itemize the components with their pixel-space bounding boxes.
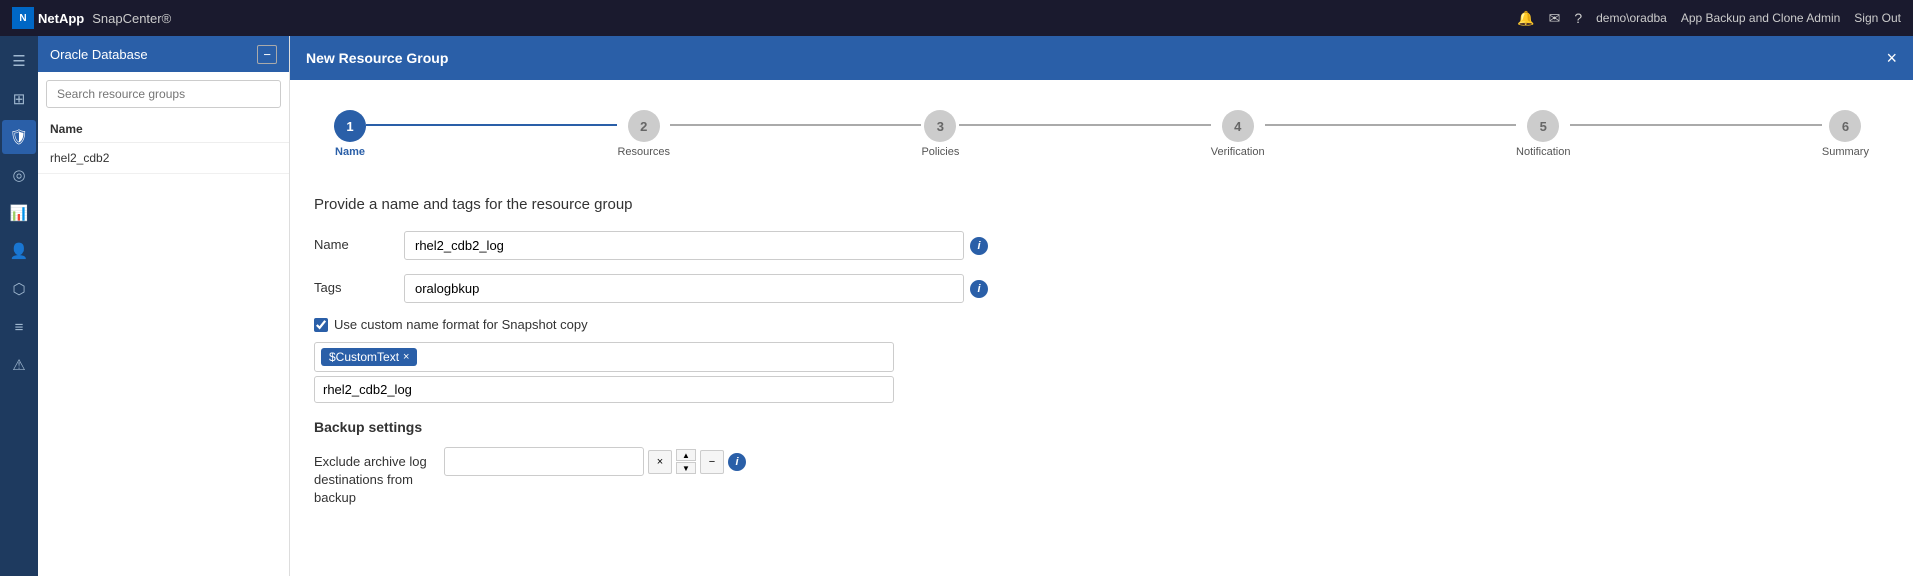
signout-link[interactable]: Sign Out bbox=[1854, 11, 1901, 25]
wizard-step-6[interactable]: 6 Summary bbox=[1822, 110, 1869, 158]
wizard-step-1[interactable]: 1 Name bbox=[334, 110, 366, 158]
custom-name-label[interactable]: Use custom name format for Snapshot copy bbox=[334, 317, 588, 332]
resource-list-header: Name bbox=[38, 116, 289, 143]
icon-rail: ☰ ⊞ 🛡 ◎ 📊 👤 ⬡ ≡ ⚠ bbox=[0, 36, 38, 576]
connector-3 bbox=[959, 124, 1210, 126]
custom-text-tag[interactable]: $CustomText × bbox=[321, 348, 417, 366]
tags-info-icon[interactable]: i bbox=[970, 280, 988, 298]
close-button[interactable]: × bbox=[1886, 48, 1897, 69]
help-icon[interactable]: ? bbox=[1574, 10, 1582, 26]
resource-panel-header: Oracle Database − bbox=[38, 36, 289, 72]
archive-label: Exclude archive log destinations from ba… bbox=[314, 447, 434, 508]
name-input-wrap: i bbox=[404, 231, 1889, 260]
tag-bar: $CustomText × bbox=[314, 342, 894, 372]
tags-input-wrap: i bbox=[404, 274, 1889, 303]
tag-close-icon[interactable]: × bbox=[403, 351, 409, 363]
step-circle-4: 4 bbox=[1222, 110, 1254, 142]
resource-panel-search bbox=[38, 72, 289, 116]
nav-right: 🔔 ✉ ? demo\oradba App Backup and Clone A… bbox=[1517, 10, 1901, 27]
custom-text-container: $CustomText × bbox=[314, 342, 894, 403]
wizard-step-4[interactable]: 4 Verification bbox=[1211, 110, 1265, 158]
step-circle-2: 2 bbox=[628, 110, 660, 142]
logo-text: NetApp bbox=[38, 11, 84, 26]
tags-label: Tags bbox=[314, 274, 394, 295]
main-header: New Resource Group × bbox=[290, 36, 1913, 80]
grid-icon[interactable]: ⊞ bbox=[2, 82, 36, 116]
main-layout: ☰ ⊞ 🛡 ◎ 📊 👤 ⬡ ≡ ⚠ Oracle Database − Name… bbox=[0, 36, 1913, 576]
archive-info-icon[interactable]: i bbox=[728, 453, 746, 471]
archive-minus-button[interactable]: − bbox=[700, 450, 724, 474]
top-navbar: N NetApp SnapCenter® 🔔 ✉ ? demo\oradba A… bbox=[0, 0, 1913, 36]
step-circle-1: 1 bbox=[334, 110, 366, 142]
logo-icon: N bbox=[12, 7, 34, 29]
page-title: New Resource Group bbox=[306, 50, 448, 66]
collapse-button[interactable]: − bbox=[257, 45, 277, 64]
menu-icon[interactable]: ☰ bbox=[2, 44, 36, 78]
wizard-step-5[interactable]: 5 Notification bbox=[1516, 110, 1570, 158]
stepper-buttons: ▲ ▼ bbox=[676, 449, 696, 474]
netapp-logo: N NetApp bbox=[12, 7, 84, 29]
step-label-6: Summary bbox=[1822, 146, 1869, 158]
wizard-step-2[interactable]: 2 Resources bbox=[617, 110, 670, 158]
stepper-up-button[interactable]: ▲ bbox=[676, 449, 696, 461]
notification-icon[interactable]: 🔔 bbox=[1517, 10, 1534, 27]
name-info-icon[interactable]: i bbox=[970, 237, 988, 255]
connector-5 bbox=[1570, 124, 1821, 126]
custom-name-checkbox[interactable] bbox=[314, 318, 328, 332]
backup-settings-title: Backup settings bbox=[314, 419, 1889, 435]
connector-4 bbox=[1265, 124, 1516, 126]
archive-input[interactable] bbox=[444, 447, 644, 476]
reports-icon[interactable]: ≡ bbox=[2, 310, 36, 344]
step-label-4: Verification bbox=[1211, 146, 1265, 158]
step-label-5: Notification bbox=[1516, 146, 1570, 158]
chart-icon[interactable]: 📊 bbox=[2, 196, 36, 230]
main-body: 1 Name 2 Resources 3 Policies bbox=[290, 80, 1913, 576]
tags-row: Tags i bbox=[314, 274, 1889, 303]
nav-left: N NetApp SnapCenter® bbox=[12, 7, 171, 29]
shield-icon[interactable]: 🛡 bbox=[2, 120, 36, 154]
archive-row: Exclude archive log destinations from ba… bbox=[314, 447, 1889, 508]
step-label-2: Resources bbox=[617, 146, 670, 158]
main-content: New Resource Group × 1 Name 2 Resources bbox=[290, 36, 1913, 576]
connector-2 bbox=[670, 124, 921, 126]
step-circle-5: 5 bbox=[1527, 110, 1559, 142]
tags-input[interactable] bbox=[404, 274, 964, 303]
snapshot-name-input[interactable] bbox=[314, 376, 894, 403]
user-role: App Backup and Clone Admin bbox=[1681, 11, 1840, 25]
archive-input-group: × ▲ ▼ − i bbox=[444, 447, 746, 476]
connector-1 bbox=[366, 124, 617, 126]
stepper-down-button[interactable]: ▼ bbox=[676, 462, 696, 474]
user-info: demo\oradba bbox=[1596, 11, 1667, 25]
globe-icon[interactable]: ◎ bbox=[2, 158, 36, 192]
step-label-1: Name bbox=[335, 146, 365, 158]
form-section-title: Provide a name and tags for the resource… bbox=[314, 196, 1889, 213]
name-input[interactable] bbox=[404, 231, 964, 260]
custom-name-row: Use custom name format for Snapshot copy bbox=[314, 317, 1889, 332]
resource-panel: Oracle Database − Name rhel2_cdb2 bbox=[38, 36, 290, 576]
list-item[interactable]: rhel2_cdb2 bbox=[38, 143, 289, 174]
name-row: Name i bbox=[314, 231, 1889, 260]
alert-icon[interactable]: ⚠ bbox=[2, 348, 36, 382]
name-label: Name bbox=[314, 231, 394, 252]
resource-panel-title: Oracle Database bbox=[50, 47, 148, 62]
app-name: SnapCenter® bbox=[92, 11, 171, 26]
search-input[interactable] bbox=[46, 80, 281, 108]
step-circle-3: 3 bbox=[924, 110, 956, 142]
topology-icon[interactable]: ⬡ bbox=[2, 272, 36, 306]
wizard-steps: 1 Name 2 Resources 3 Policies bbox=[314, 100, 1889, 168]
step-circle-6: 6 bbox=[1829, 110, 1861, 142]
wizard-step-3[interactable]: 3 Policies bbox=[921, 110, 959, 158]
mail-icon[interactable]: ✉ bbox=[1549, 10, 1561, 27]
archive-clear-button[interactable]: × bbox=[648, 450, 672, 474]
people-icon[interactable]: 👤 bbox=[2, 234, 36, 268]
step-label-3: Policies bbox=[921, 146, 959, 158]
